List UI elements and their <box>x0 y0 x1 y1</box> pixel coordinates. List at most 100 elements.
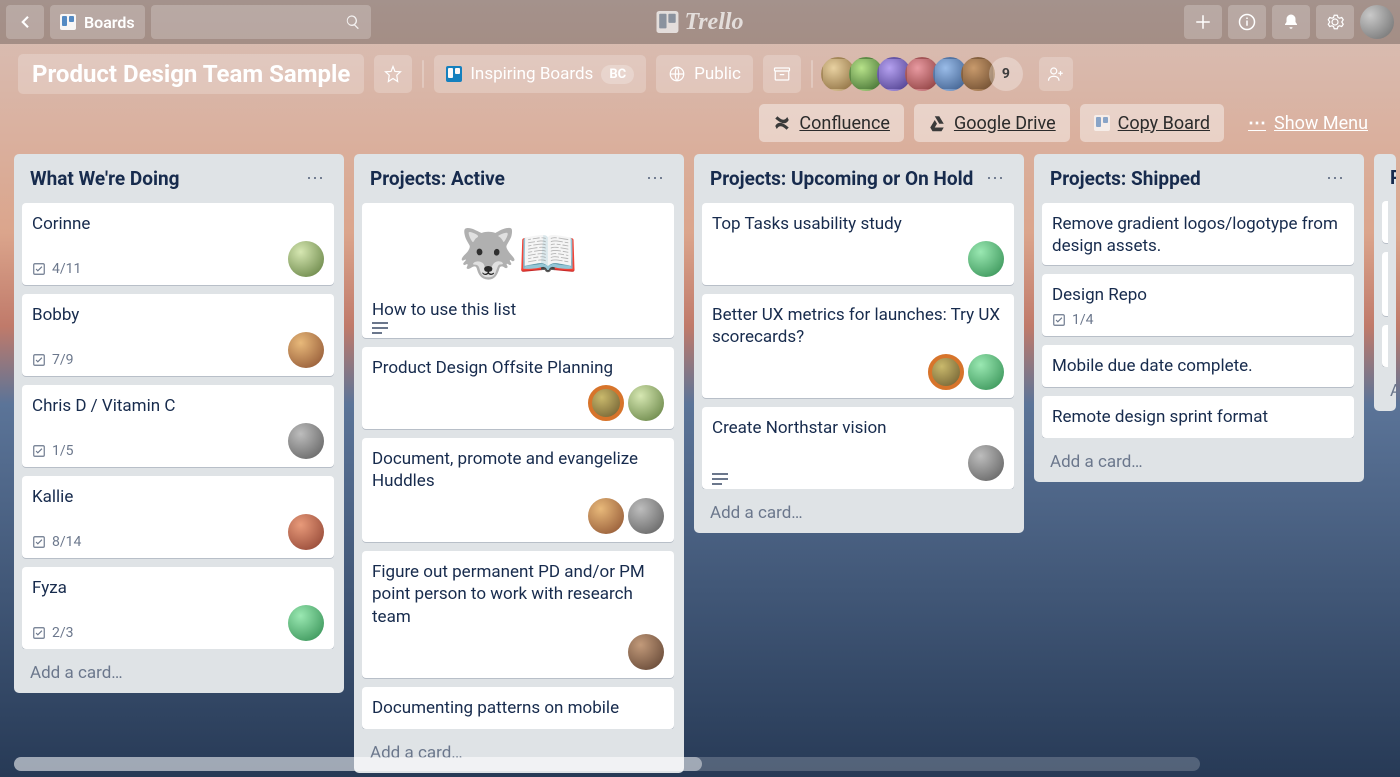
card-member-avatar[interactable] <box>968 445 1004 481</box>
checklist-badge: 1/5 <box>32 443 74 459</box>
checklist-badge: 4/11 <box>32 261 81 277</box>
list-title[interactable]: R <box>1390 166 1396 189</box>
card-member-avatar[interactable] <box>288 605 324 641</box>
visibility-label: Public <box>694 64 741 84</box>
card-list: Remove gradient logos/logotype from desi… <box>1042 203 1356 438</box>
archive-button[interactable] <box>763 55 801 93</box>
checklist-icon <box>32 353 46 367</box>
star-board-button[interactable] <box>374 55 412 93</box>
card[interactable]: Kallie 8/14 <box>22 476 334 558</box>
star-icon <box>384 65 402 83</box>
card-member-avatar[interactable] <box>288 241 324 277</box>
visibility-button[interactable]: Public <box>656 55 753 93</box>
back-button[interactable] <box>6 5 44 39</box>
card[interactable]: Top Tasks usability study <box>702 203 1014 285</box>
card-member-avatar[interactable] <box>628 634 664 670</box>
horizontal-scrollbar[interactable] <box>14 757 1200 771</box>
card-member-avatar[interactable] <box>288 332 324 368</box>
card-title: Product Design Offsite Planning <box>372 357 664 379</box>
board-canvas[interactable]: What We're Doing ⋯ Corinne 4/11 Bobby 7/… <box>0 150 1400 773</box>
card[interactable]: Remote design sprint format <box>1042 396 1354 438</box>
team-button[interactable]: Inspiring Boards BC <box>434 55 646 93</box>
confluence-button[interactable]: Confluence <box>759 104 904 142</box>
add-card-button[interactable]: A <box>1382 375 1396 401</box>
list-menu-button[interactable]: ⋯ <box>1322 166 1348 191</box>
card[interactable]: Better UX metrics for launches: Try UX s… <box>702 294 1014 398</box>
checklist-icon <box>32 535 46 549</box>
list-menu-button[interactable]: ⋯ <box>982 166 1008 191</box>
gdrive-icon <box>928 114 946 132</box>
card-member-avatar[interactable] <box>968 354 1004 390</box>
card-member-avatar[interactable] <box>628 498 664 534</box>
info-button[interactable] <box>1228 5 1266 39</box>
card[interactable]: Mobile due date complete. <box>1042 345 1354 387</box>
card[interactable]: Document, promote and evangelize Huddles <box>362 438 674 542</box>
list-title[interactable]: Projects: Upcoming or On Hold <box>710 167 973 190</box>
add-member-button[interactable] <box>1039 57 1073 91</box>
copy-board-label: Copy Board <box>1118 113 1210 134</box>
show-menu-button[interactable]: ⋯ Show Menu <box>1234 104 1382 142</box>
card[interactable]: Chris D / Vitamin C 1/5 <box>22 385 334 467</box>
checklist-icon <box>32 262 46 276</box>
checklist-icon <box>32 626 46 640</box>
add-card-button[interactable]: Add a card… <box>1042 446 1356 472</box>
board-members: 9 <box>827 57 1023 91</box>
card-title: Create Northstar vision <box>712 417 1004 439</box>
team-label: Inspiring Boards <box>470 64 593 84</box>
search-input[interactable] <box>161 15 345 30</box>
card[interactable]: S <box>1382 252 1388 316</box>
list-title[interactable]: What We're Doing <box>30 167 180 190</box>
list-projects-upcoming: Projects: Upcoming or On Hold ⋯ Top Task… <box>694 154 1024 533</box>
add-card-button[interactable]: Add a card… <box>22 657 336 683</box>
card-member-avatar[interactable] <box>928 354 964 390</box>
plus-icon <box>1194 13 1212 31</box>
card-title: Mobile due date complete. <box>1052 355 1344 377</box>
card-member-avatar[interactable] <box>288 423 324 459</box>
globe-icon <box>668 65 686 83</box>
card[interactable]: Fyza 2/3 <box>22 567 334 649</box>
settings-button[interactable] <box>1316 5 1354 39</box>
card-title: Remote design sprint format <box>1052 406 1344 428</box>
add-card-button[interactable]: Add a card… <box>702 497 1016 523</box>
search-box[interactable] <box>151 5 371 39</box>
card[interactable]: Figure out permanent PD and/or PM point … <box>362 551 674 677</box>
card[interactable]: Remove gradient logos/logotype from desi… <box>1042 203 1354 265</box>
board-icon <box>1094 115 1110 131</box>
list-menu-button[interactable]: ⋯ <box>642 166 668 191</box>
copy-board-button[interactable]: Copy Board <box>1080 104 1224 142</box>
member-overflow-count[interactable]: 9 <box>989 57 1023 91</box>
show-menu-label: Show Menu <box>1274 113 1368 134</box>
person-plus-icon <box>1047 65 1065 83</box>
scrollbar-thumb[interactable] <box>14 757 702 771</box>
description-icon <box>372 327 388 330</box>
card-member-avatar[interactable] <box>628 385 664 421</box>
card-member-avatar[interactable] <box>588 385 624 421</box>
card[interactable]: Product Design Offsite Planning <box>362 347 674 429</box>
card[interactable]: Corinne 4/11 <box>22 203 334 285</box>
list-title[interactable]: Projects: Active <box>370 167 505 190</box>
list-title[interactable]: Projects: Shipped <box>1050 167 1201 190</box>
card-list: 🐺📖 How to use this list Product Design O… <box>362 203 676 729</box>
list-partial: R S S H A <box>1374 154 1396 411</box>
boards-button[interactable]: Boards <box>50 5 145 39</box>
card[interactable]: 🐺📖 How to use this list <box>362 203 674 338</box>
card-member-avatar[interactable] <box>588 498 624 534</box>
card-member-avatar[interactable] <box>288 514 324 550</box>
list-menu-button[interactable]: ⋯ <box>302 166 328 191</box>
profile-avatar[interactable] <box>1360 5 1394 39</box>
card[interactable]: S <box>1382 201 1388 243</box>
board-title[interactable]: Product Design Team Sample <box>18 54 364 94</box>
create-button[interactable] <box>1184 5 1222 39</box>
card[interactable]: Design Repo 1/4 <box>1042 274 1354 336</box>
card[interactable]: H <box>1382 325 1388 367</box>
gdrive-button[interactable]: Google Drive <box>914 104 1070 142</box>
card[interactable]: Bobby 7/9 <box>22 294 334 376</box>
card[interactable]: Documenting patterns on mobile <box>362 687 674 729</box>
trello-logo[interactable]: Trello <box>656 9 743 36</box>
notifications-button[interactable] <box>1272 5 1310 39</box>
divider <box>422 60 424 88</box>
card-member-avatar[interactable] <box>968 241 1004 277</box>
card[interactable]: Create Northstar vision <box>702 407 1014 489</box>
checklist-badge: 8/14 <box>32 534 81 550</box>
boards-icon <box>60 14 76 30</box>
